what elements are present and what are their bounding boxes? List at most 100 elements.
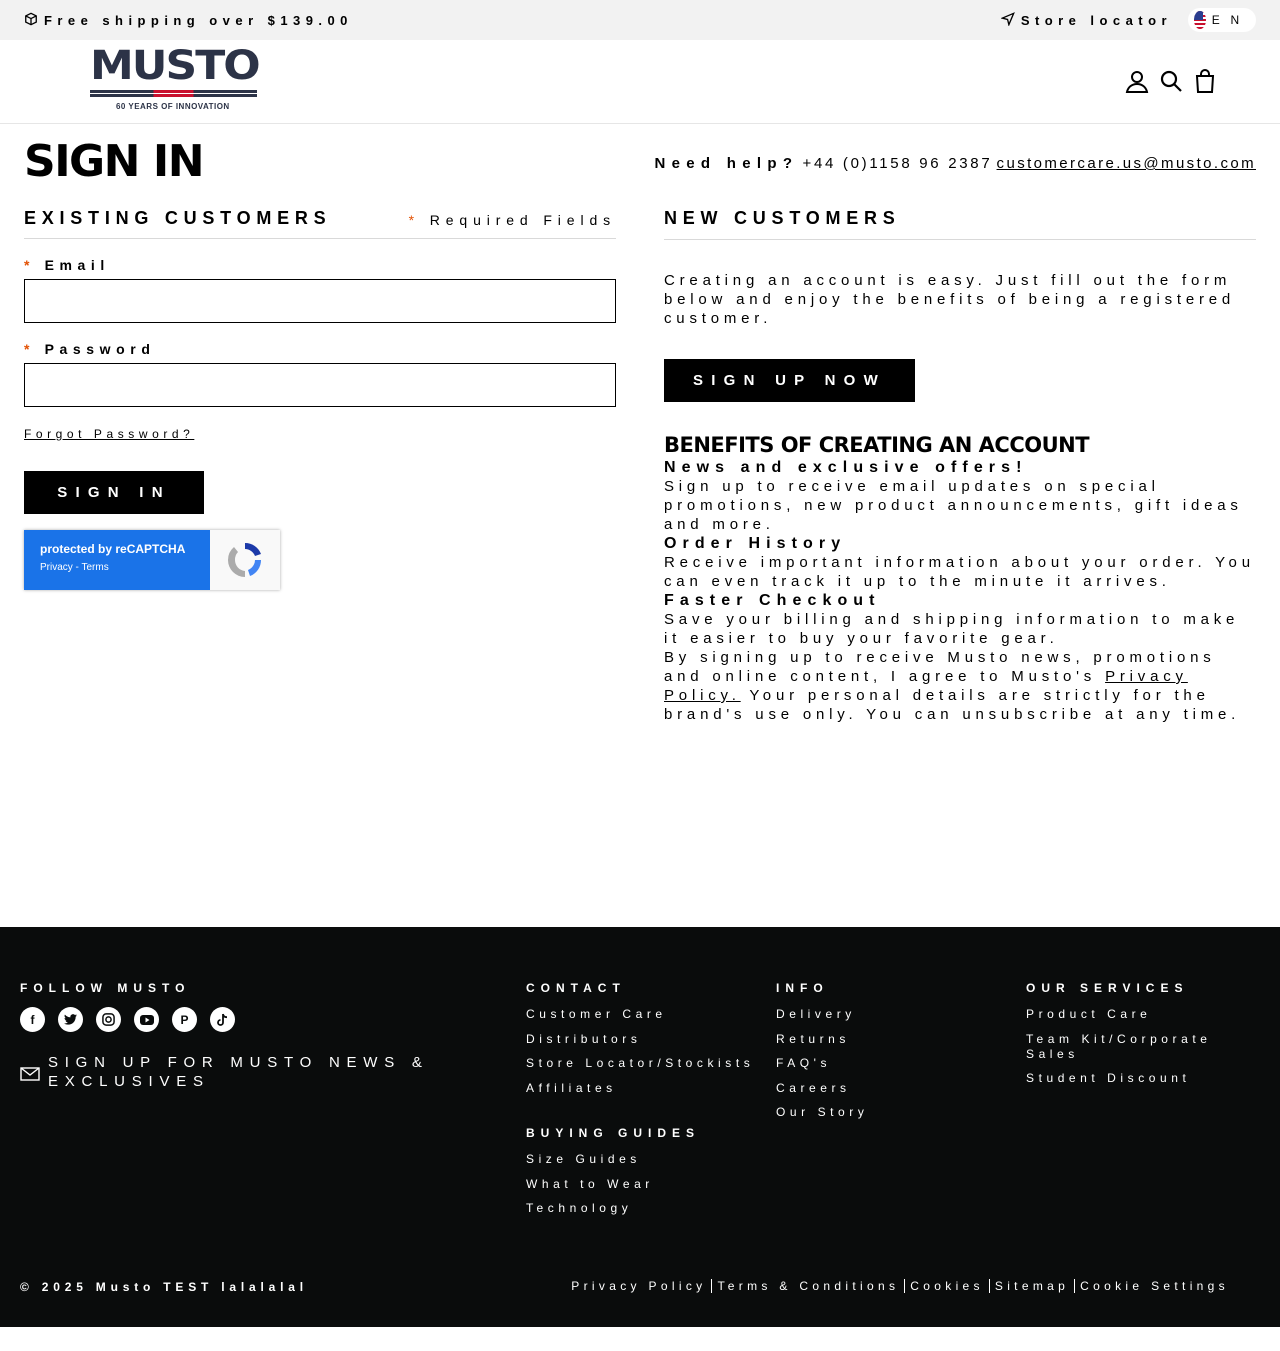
- services-heading: OUR SERVICES: [1026, 981, 1189, 995]
- recaptcha-protected-text: protected by reCAPTCHA: [40, 542, 186, 556]
- benefit-text-offers: Sign up to receive email updates on spec…: [664, 478, 1243, 533]
- footer-link-size-guides[interactable]: Size Guides: [526, 1152, 756, 1167]
- password-label: * Password: [24, 341, 616, 357]
- existing-customers-heading: EXISTING CUSTOMERS: [24, 208, 332, 228]
- recaptcha-badge[interactable]: protected by reCAPTCHA Privacy - Terms: [24, 530, 280, 590]
- benefits-heading: BENEFITS OF CREATING AN ACCOUNT: [664, 433, 1090, 457]
- benefit-text-order-history: Receive important information about your…: [664, 554, 1255, 590]
- footer-link-affiliates[interactable]: Affiliates: [526, 1081, 756, 1096]
- footer-link-faqs[interactable]: FAQ's: [776, 1056, 1006, 1071]
- logo-tagline: 60 YEARS OF INNOVATION: [116, 102, 230, 111]
- legal-link-terms[interactable]: Terms & Conditions: [711, 1279, 904, 1293]
- footer-link-what-to-wear[interactable]: What to Wear: [526, 1177, 756, 1192]
- password-field[interactable]: [24, 363, 616, 407]
- account-icon[interactable]: [1124, 68, 1150, 94]
- social-links: f P: [20, 1007, 235, 1032]
- email-label-text: Email: [44, 257, 110, 273]
- bag-icon[interactable]: [1192, 68, 1218, 94]
- privacy-statement: By signing up to receive Musto news, pro…: [664, 648, 1256, 724]
- help-contact: Need help? +44 (0)1158 96 2387 customerc…: [654, 155, 1256, 172]
- required-marker: *: [408, 212, 420, 228]
- us-flag-icon: [1194, 11, 1206, 29]
- email-label: * Email: [24, 257, 616, 273]
- musto-logo[interactable]: MUSTO 60 YEARS OF INNOVATION: [90, 42, 261, 114]
- legal-link-cookies[interactable]: Cookies: [904, 1279, 989, 1293]
- footer-link-careers[interactable]: Careers: [776, 1081, 1006, 1096]
- envelope-icon: [20, 1067, 40, 1081]
- legal-link-sitemap[interactable]: Sitemap: [988, 1279, 1074, 1293]
- help-label: Need help?: [654, 155, 799, 172]
- footer-link-delivery[interactable]: Delivery: [776, 1007, 1006, 1022]
- language-code: EN: [1211, 13, 1250, 27]
- logo-stripes: [90, 90, 257, 97]
- footer-link-distributors[interactable]: Distributors: [526, 1032, 756, 1047]
- recaptcha-icon: [210, 530, 280, 590]
- copyright: © 2025 Musto TEST lalalalal: [20, 1280, 308, 1294]
- footer-link-store-locator[interactable]: Store Locator/Stockists: [526, 1056, 756, 1071]
- free-shipping-notice: Free shipping over $139.00: [24, 12, 353, 29]
- forgot-password-link[interactable]: Forgot Password?: [24, 427, 194, 441]
- newsletter-signup-text: SIGN UP FOR MUSTO NEWS & EXCLUSIVES: [48, 1054, 429, 1090]
- required-fields-note: * Required Fields: [409, 212, 616, 228]
- help-phone: +44 (0)1158 96 2387: [802, 155, 993, 172]
- existing-customers-header: EXISTING CUSTOMERS * Required Fields: [24, 208, 616, 239]
- header-actions: [1124, 68, 1218, 94]
- navigation-arrow-icon: [1000, 12, 1015, 29]
- search-icon[interactable]: [1158, 68, 1184, 94]
- sign-in-button[interactable]: SIGN IN: [24, 471, 204, 514]
- facebook-icon[interactable]: f: [20, 1007, 45, 1032]
- legal-link-cookie-settings[interactable]: Cookie Settings: [1074, 1279, 1234, 1293]
- follow-musto-heading: FOLLOW MUSTO: [20, 981, 191, 995]
- newsletter-signup-link[interactable]: SIGN UP FOR MUSTO NEWS & EXCLUSIVES: [20, 1053, 460, 1091]
- footer-info-column: INFO Delivery Returns FAQ's Careers Our …: [776, 981, 1006, 1130]
- box-icon: [24, 12, 38, 29]
- privacy-statement-after: Your personal details are strictly for t…: [664, 687, 1241, 723]
- footer-link-student-discount[interactable]: Student Discount: [1026, 1071, 1256, 1086]
- site-header: MUSTO 60 YEARS OF INNOVATION: [0, 40, 1280, 124]
- new-customers-intro: Creating an account is easy. Just fill o…: [664, 272, 1236, 327]
- instagram-icon[interactable]: [96, 1007, 121, 1032]
- footer-link-team-kit[interactable]: Team Kit/Corporate Sales: [1026, 1032, 1256, 1062]
- benefit-title-order-history: Order History: [664, 535, 847, 552]
- footer-link-product-care[interactable]: Product Care: [1026, 1007, 1256, 1022]
- new-customers-heading: NEW CUSTOMERS: [664, 208, 901, 228]
- footer-link-customer-care[interactable]: Customer Care: [526, 1007, 756, 1022]
- tiktok-icon[interactable]: [210, 1007, 235, 1032]
- footer-services-column: OUR SERVICES Product Care Team Kit/Corpo…: [1026, 981, 1256, 1096]
- store-locator-text: Store locator: [1020, 13, 1172, 28]
- info-heading: INFO: [776, 981, 829, 995]
- language-selector[interactable]: EN: [1188, 8, 1256, 32]
- new-customers-panel: NEW CUSTOMERS Creating an account is eas…: [664, 208, 1256, 724]
- sign-up-now-button[interactable]: SIGN UP NOW: [664, 359, 915, 402]
- free-shipping-text: Free shipping over $139.00: [44, 13, 353, 28]
- youtube-icon[interactable]: [134, 1007, 159, 1032]
- benefit-title-offers: News and exclusive offers!: [664, 459, 1028, 476]
- twitter-icon[interactable]: [58, 1007, 83, 1032]
- benefit-text-faster-checkout: Save your billing and shipping informati…: [664, 611, 1240, 647]
- existing-customers-form: EXISTING CUSTOMERS * Required Fields * E…: [24, 208, 616, 590]
- password-required-marker: *: [24, 341, 36, 357]
- page-title: SIGN IN: [24, 136, 205, 187]
- recaptcha-privacy-terms[interactable]: Privacy - Terms: [40, 562, 210, 573]
- benefit-title-faster-checkout: Faster Checkout: [664, 592, 881, 609]
- site-footer: FOLLOW MUSTO f P SIGN UP FOR MUSTO NEWS …: [0, 927, 1280, 1327]
- footer-link-returns[interactable]: Returns: [776, 1032, 1006, 1047]
- buying-guides-heading: BUYING GUIDES: [526, 1126, 701, 1140]
- footer-link-technology[interactable]: Technology: [526, 1201, 756, 1216]
- email-required-marker: *: [24, 257, 36, 273]
- legal-links: Privacy Policy Terms & Conditions Cookie…: [566, 1279, 1234, 1293]
- required-fields-text: Required Fields: [429, 212, 616, 228]
- help-email-link[interactable]: customercare.us@musto.com: [997, 155, 1256, 172]
- pinterest-icon[interactable]: P: [172, 1007, 197, 1032]
- email-field[interactable]: [24, 279, 616, 323]
- announcement-bar: Free shipping over $139.00 Store locator…: [0, 0, 1280, 40]
- store-locator-link[interactable]: Store locator: [1000, 12, 1172, 29]
- footer-contact-column: CONTACT Customer Care Distributors Store…: [526, 981, 756, 1105]
- password-label-text: Password: [44, 341, 156, 357]
- new-customers-header: NEW CUSTOMERS: [664, 208, 1256, 240]
- footer-link-our-story[interactable]: Our Story: [776, 1105, 1006, 1120]
- legal-link-privacy-policy[interactable]: Privacy Policy: [566, 1279, 711, 1293]
- logo-wordmark: MUSTO: [90, 42, 261, 90]
- recaptcha-text: protected by reCAPTCHA Privacy - Terms: [24, 530, 210, 590]
- footer-buying-guides-column: BUYING GUIDES Size Guides What to Wear T…: [526, 1126, 756, 1226]
